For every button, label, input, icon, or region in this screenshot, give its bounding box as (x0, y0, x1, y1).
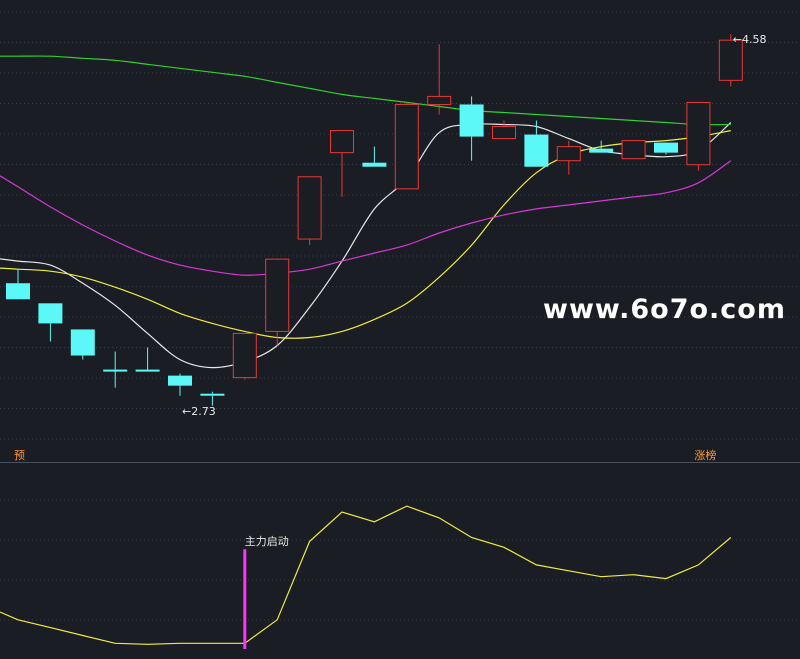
candle-body (427, 95, 452, 105)
candle (427, 44, 452, 115)
candle-body (38, 303, 63, 324)
candle-body (621, 140, 646, 160)
chart-svg: 主力启动 ←2.73 ←4.58 预 涨榜 www.6o7o.com (0, 11, 800, 649)
annotations: ←2.73 ←4.58 预 涨榜 (14, 33, 767, 462)
candle-body (168, 375, 192, 386)
candle (265, 258, 290, 346)
price-annotation: ←2.73 (182, 405, 216, 418)
candle (135, 347, 160, 372)
ma-line-ma_short (0, 122, 732, 369)
indicator-line (0, 505, 732, 645)
candle (200, 391, 225, 406)
indicator-panel: 主力启动 (0, 505, 732, 649)
candle (589, 140, 614, 153)
candle-body (394, 103, 419, 190)
watermark: www.6o7o.com (543, 294, 786, 325)
ma-line-ma_longest (0, 55, 731, 126)
candle (6, 269, 30, 300)
candle-body (6, 283, 30, 300)
candle-body (492, 126, 516, 140)
candle (38, 303, 63, 342)
candle (168, 373, 192, 396)
candle-body (524, 134, 549, 167)
candle-body (265, 258, 290, 332)
candle-body (459, 104, 484, 137)
candle (654, 142, 678, 155)
candle (297, 176, 322, 246)
ma-line-ma_long (0, 160, 732, 276)
candle (686, 101, 711, 171)
candle-body (200, 393, 225, 396)
candle-body (330, 130, 354, 154)
candle (492, 120, 516, 140)
candle-body (362, 162, 387, 167)
candle-body (232, 332, 257, 379)
signal-marker-label: 主力启动 (245, 535, 289, 548)
candle (459, 96, 484, 161)
candle (330, 130, 354, 197)
candle (524, 120, 549, 167)
candle (556, 140, 581, 175)
candle-body (103, 369, 128, 372)
candle (621, 140, 646, 160)
candle-body (297, 176, 322, 240)
candle-body (556, 146, 581, 162)
candle-body (654, 142, 678, 153)
candle (103, 351, 128, 388)
candle-body (686, 101, 711, 166)
price-annotation: ←4.58 (733, 33, 767, 46)
signal-tag: 涨榜 (694, 448, 716, 462)
candle (232, 332, 257, 380)
signal-tag: 预 (14, 449, 25, 462)
candle (362, 146, 387, 167)
candle-body (589, 148, 614, 153)
candle (70, 329, 95, 360)
candle-body (70, 329, 95, 356)
candle (394, 102, 419, 190)
stock-chart: 主力启动 ←2.73 ←4.58 预 涨榜 www.6o7o.com (0, 0, 800, 659)
candle-body (718, 39, 743, 81)
candlesticks (6, 34, 743, 406)
candle-body (135, 369, 160, 372)
